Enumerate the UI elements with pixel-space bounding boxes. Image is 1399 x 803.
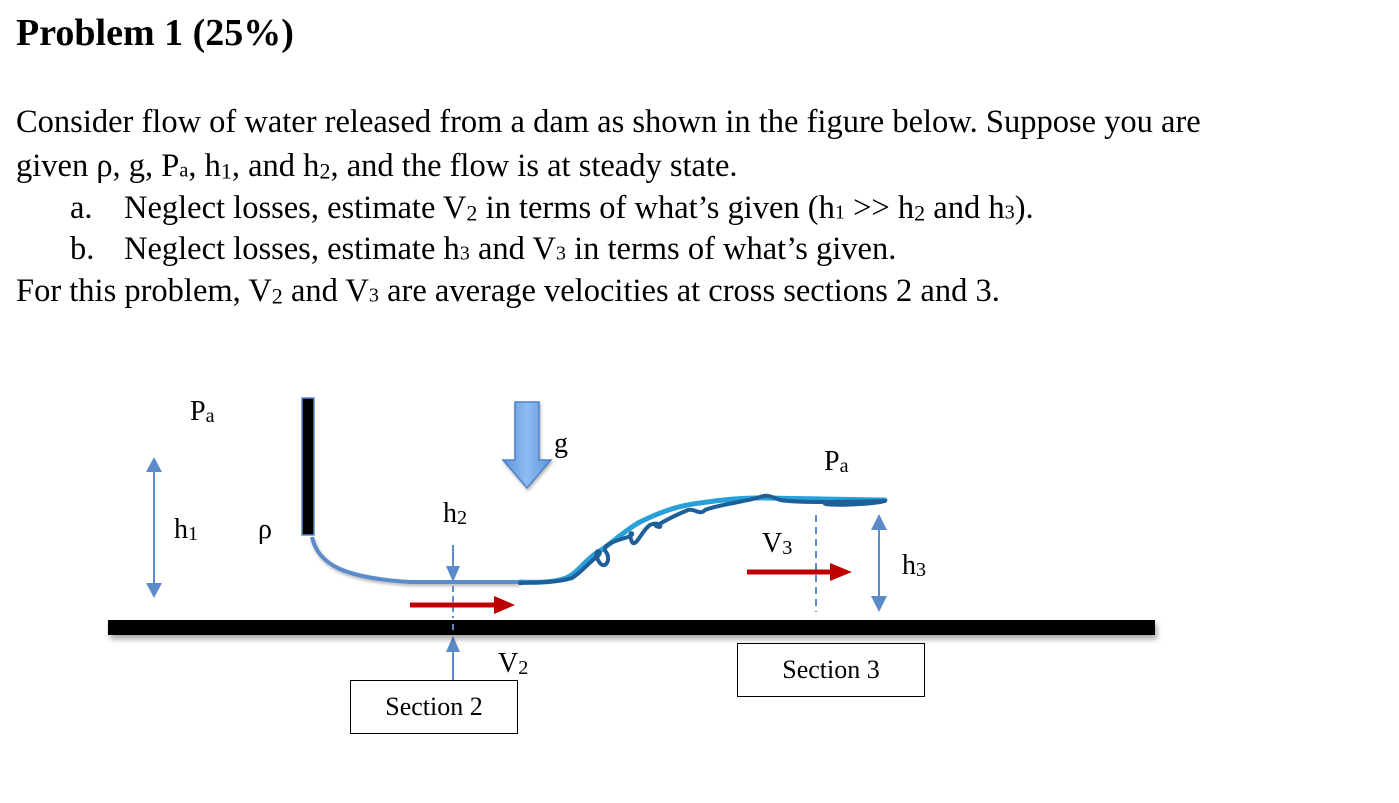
dam-wall [301,397,315,536]
label-main: V [498,648,519,679]
channel-bed [108,620,1155,635]
gravity-arrow [501,401,553,490]
label-sub: 2 [457,507,468,530]
outflow-surface-curve [310,536,520,584]
label-sub: 1 [188,523,199,546]
label-main: h [902,550,916,581]
label-main: h [174,514,188,545]
label-main: P [824,446,840,477]
label-rho: ρ [258,514,272,545]
h1-dimension-arrow [146,457,162,598]
label-sub: a [205,405,215,428]
label-main: h [443,498,457,529]
label-g: g [554,428,568,459]
section3-label-box: Section 3 [737,643,925,697]
v2-velocity-arrow [410,596,515,614]
label-main: P [190,396,206,427]
label-sub: a [839,455,849,478]
label-h1: h1 [174,514,199,546]
label-sub: 3 [782,537,793,560]
section2-label-box: Section 2 [350,680,518,734]
label-sub: 3 [916,559,927,582]
label-v3: V3 [762,528,793,560]
label-pa-left: Pa [190,396,215,428]
h3-dimension-arrow [871,514,887,612]
label-sub: 2 [518,657,529,680]
label-main: V [762,528,783,559]
label-pa-right: Pa [824,446,849,478]
v3-velocity-arrow [747,563,852,581]
label-h3: h3 [902,550,927,582]
label-v2: V2 [498,648,529,680]
label-h2: h2 [443,498,468,530]
section2-indicator [446,545,460,680]
